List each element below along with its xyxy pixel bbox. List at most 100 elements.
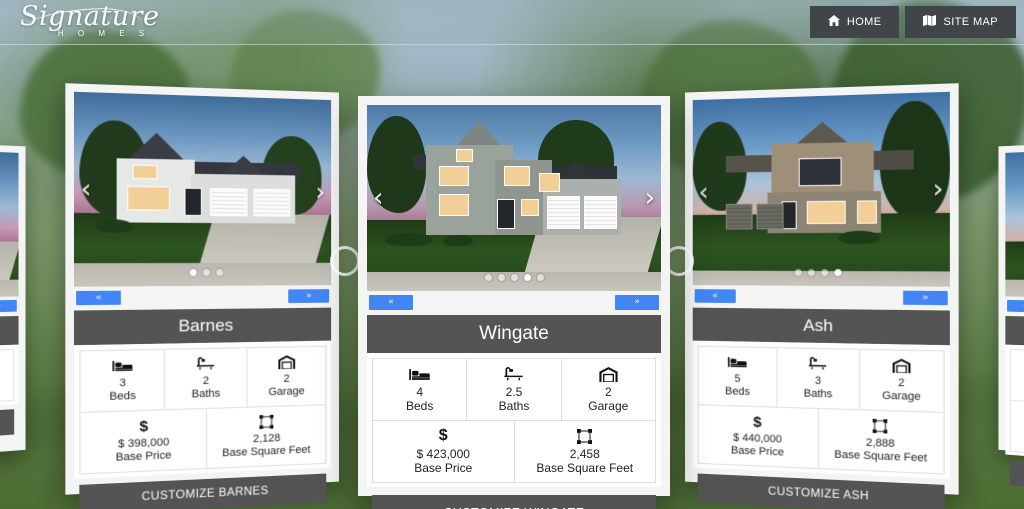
carousel-dot[interactable] [202,268,210,277]
prev-plan-button[interactable]: « [694,289,736,304]
bed-icon [83,356,163,376]
spec-price-value: $ 423,000 [416,447,470,461]
plan-title-barnes: Barnes [73,307,332,346]
next-plan-button[interactable]: » [288,289,330,304]
photo-shrub [838,230,881,245]
plan-photo-barnes[interactable]: ‹ › [73,91,332,287]
plan-card-barnes[interactable]: ‹ › « » Barnes 3 Beds 2 Baths 2 Garage $… [65,83,339,509]
plan-card-edge-left[interactable]: « » 2 Garage [0,136,26,468]
house-gable [120,132,192,168]
spec-row: $ $ 440,000 Base Price 2,888 Base Square… [697,404,945,475]
customize-button-barnes[interactable]: CUSTOMIZE BARNES [79,473,327,509]
plan-photo-edge-left[interactable] [0,144,19,301]
photo-shrub [384,233,432,247]
prev-plan-button[interactable]: « [1007,299,1024,313]
photo-next-arrow-icon[interactable]: › [645,185,655,211]
carousel-dot[interactable] [497,274,505,281]
plan-specs-edge-left: 2 Garage [0,344,19,417]
spec-baths-value: 2.5 [505,385,523,399]
carousel-dot[interactable] [215,268,223,276]
spec-price-label: Base Price [1012,434,1024,460]
garage-icon [249,353,323,372]
garage-door [584,196,617,229]
plan-photo-edge-right[interactable] [1005,144,1024,301]
site-header: Signature H O M E S HOME SITE MAP [0,0,1024,45]
plan-specs-edge-right: 4 Beds $ $ 407,000 Base Price [1005,344,1024,472]
dollar-icon: $ [139,417,149,435]
spec-row: 3 Beds 2 Baths 2 Garage [79,345,327,412]
dollar-icon: $ [753,413,762,431]
window [798,157,842,187]
square-feet-icon [821,415,942,437]
plan-photo-ash[interactable]: ‹ › [692,91,951,287]
plan-card-wingate[interactable]: ‹ › « » Wingate 4 Beds 2.5 Baths 2 Garag… [358,96,670,509]
carousel-dot[interactable] [536,274,544,281]
carousel-dot[interactable] [484,274,492,281]
customize-button-wingate[interactable]: CUSTOMIZE WINGATE [372,495,656,509]
garage-door [756,203,784,229]
window [456,148,474,162]
nav-sitemap-button[interactable]: SITE MAP [905,6,1016,38]
garage-icon [862,356,942,376]
spec-garage: 2 Garage [0,350,13,412]
card-pager-barnes: « » [74,285,331,310]
plan-specs-ash: 5 Beds 3 Baths 2 Garage $ $ 440,000 Base… [692,340,951,479]
spec-beds-label: Beds [725,385,750,398]
photo-shrub [95,218,133,233]
window [126,185,170,211]
customize-button-ash[interactable]: CUSTOMIZE ASH [697,473,945,509]
spec-garage-value: 2 [604,385,612,399]
customize-button-edge-right[interactable] [1009,459,1024,505]
nav-sitemap-label: SITE MAP [943,16,998,28]
next-plan-button[interactable]: » [615,295,659,310]
plan-card-edge-right[interactable]: « » 4 Beds $ [998,136,1024,505]
bed-icon [375,365,464,383]
brand-logo[interactable]: Signature H O M E S [14,2,184,39]
photo-dots-barnes [74,268,331,277]
dollar-icon: $ [438,427,448,444]
window [857,200,878,225]
prev-plan-button[interactable]: « [76,290,121,306]
card-pager-wingate: « » [367,291,661,315]
plan-card-ash[interactable]: ‹ › « » Ash 5 Beds 3 Baths 2 Garage $ $ … [685,83,959,509]
prev-plan-button[interactable]: « [369,295,413,310]
home-icon [827,15,840,29]
front-door [497,198,515,229]
window [438,194,470,216]
window [521,198,539,216]
photo-prev-arrow-icon[interactable]: ‹ [699,178,709,207]
carousel-dot[interactable] [510,274,518,281]
carousel-dot[interactable] [821,269,829,277]
spec-beds-value: 4 [416,385,423,399]
plan-carousel: « » 2 Garage [0,0,1024,509]
plan-photo-wingate[interactable]: ‹ › [367,105,661,291]
photo-next-arrow-icon[interactable]: › [932,174,943,205]
carousel-dot[interactable] [794,268,802,276]
photo-house [408,120,626,236]
window [132,164,158,179]
photo-shrub [443,235,473,247]
square-feet-icon [209,411,324,433]
spec-sqft: 2,128 Base Square Feet [207,405,326,468]
spec-row: $ $ 398,000 Base Price 2,128 Base Square… [79,404,327,475]
carousel-dot[interactable] [523,274,531,281]
photo-prev-arrow-icon[interactable]: ‹ [373,185,383,211]
next-plan-button[interactable]: » [0,299,17,313]
bed-icon [701,353,775,372]
nav-home-button[interactable]: HOME [809,6,900,38]
spec-price-label: Base Price [414,461,473,475]
next-plan-button[interactable]: » [903,290,948,306]
spec-sqft-value: 2,458 [569,447,600,461]
card-pager-ash: « » [693,285,950,310]
house-roof [853,149,914,171]
spec-baths-label: Baths [803,387,833,401]
carousel-dot[interactable] [189,269,197,277]
carousel-ring-left-icon[interactable] [330,246,360,276]
photo-prev-arrow-icon[interactable]: ‹ [80,174,91,205]
customize-button-edge-left[interactable] [0,409,15,450]
garage-door [547,196,580,229]
carousel-dot[interactable] [834,269,842,277]
photo-next-arrow-icon[interactable]: › [315,178,325,207]
carousel-dot[interactable] [807,268,815,276]
plan-title-wingate: Wingate [367,315,661,353]
